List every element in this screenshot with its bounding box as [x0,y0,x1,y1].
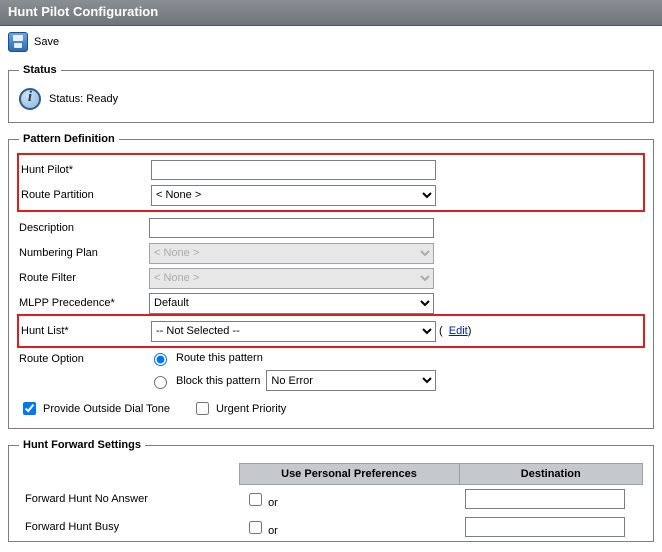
provide-tone-checkbox[interactable] [23,402,36,415]
urgent-priority-checkbox[interactable] [196,402,209,415]
description-label: Description [19,222,149,234]
status-text: Status: Ready [49,93,118,105]
edit-close-paren: ) [468,325,472,337]
route-partition-select[interactable]: < None > [151,185,436,206]
route-filter-label: Route Filter [19,272,149,284]
info-icon [19,88,41,110]
save-button[interactable]: Save [34,36,59,48]
mlpp-label: MLPP Precedence [19,297,149,309]
toolbar: Save [0,26,662,58]
pattern-legend: Pattern Definition [19,133,119,145]
forward-busy-dest-input[interactable] [465,517,625,537]
forward-legend: Hunt Forward Settings [19,439,145,451]
route-partition-label: Route Partition [21,189,151,201]
hunt-pilot-label: Hunt Pilot [21,164,151,176]
highlight-box-1: Hunt Pilot Route Partition < None > [17,153,645,212]
or-label: or [268,497,278,509]
hunt-list-select[interactable]: -- Not Selected -- [151,321,436,342]
block-this-radio[interactable] [154,376,167,389]
block-this-label: Block this pattern [176,375,260,387]
or-label: or [268,525,278,537]
route-option-label: Route Option [19,350,149,365]
route-this-radio[interactable] [154,353,167,366]
mlpp-select[interactable]: Default [149,293,434,314]
highlight-box-2: Hunt List -- Not Selected -- ( Edit) [17,314,645,348]
route-filter-select: < None > [149,268,434,289]
status-section: Status Status: Ready [8,64,654,123]
forward-no-answer-label: Forward Hunt No Answer [19,485,239,514]
hunt-list-label: Hunt List [21,325,151,337]
route-this-label: Route this pattern [176,352,263,364]
forward-busy-label: Forward Hunt Busy [19,513,239,541]
numbering-plan-label: Numbering Plan [19,247,149,259]
provide-tone-label: Provide Outside Dial Tone [43,403,170,415]
edit-open-paren: ( [436,325,443,337]
edit-link[interactable]: Edit [449,325,468,337]
page-title: Hunt Pilot Configuration [0,0,662,26]
col-pref-header: Use Personal Preferences [239,464,459,485]
forward-busy-pref-checkbox[interactable] [249,521,262,534]
hunt-forward-section: Hunt Forward Settings Use Personal Prefe… [8,439,654,542]
provide-tone-wrap[interactable]: Provide Outside Dial Tone [19,399,170,418]
description-input[interactable] [149,218,434,238]
save-icon[interactable] [8,32,28,52]
block-reason-select[interactable]: No Error [266,370,436,391]
hunt-pilot-input[interactable] [151,160,436,180]
pattern-definition-section: Pattern Definition Hunt Pilot Route Part… [8,133,654,429]
urgent-priority-wrap[interactable]: Urgent Priority [192,399,286,418]
forward-no-answer-dest-input[interactable] [465,489,625,509]
col-dest-header: Destination [459,464,643,485]
numbering-plan-select: < None > [149,243,434,264]
status-legend: Status [19,64,61,76]
urgent-priority-label: Urgent Priority [216,403,286,415]
table-row: Forward Hunt Busy or [19,513,643,541]
table-row: Forward Hunt No Answer or [19,485,643,514]
forward-table: Use Personal Preferences Destination For… [19,463,643,541]
